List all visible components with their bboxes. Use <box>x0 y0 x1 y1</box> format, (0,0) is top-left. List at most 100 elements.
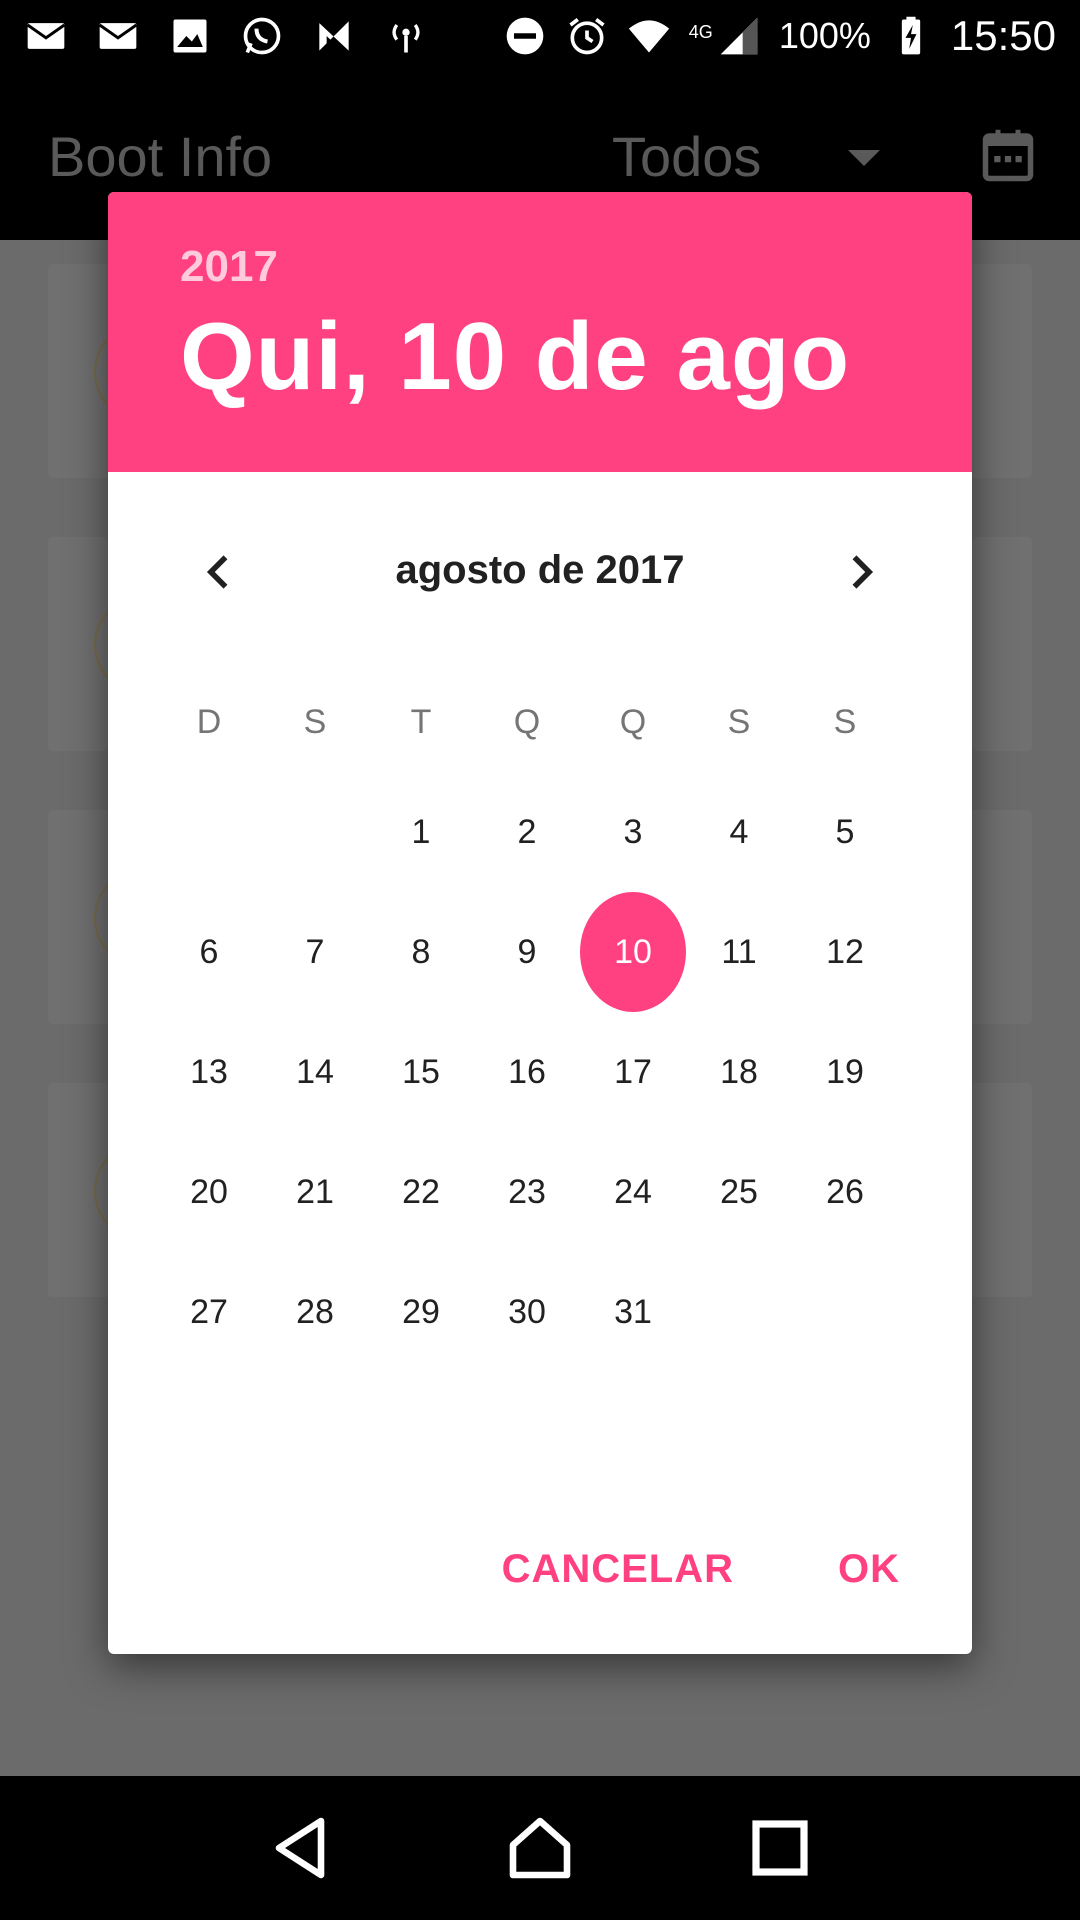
next-month-button[interactable] <box>820 532 900 612</box>
calendar-day[interactable]: 29 <box>368 1252 474 1372</box>
day-number: 28 <box>296 1292 334 1331</box>
calendar-day[interactable]: 11 <box>686 892 792 1012</box>
calendar-icon[interactable] <box>978 124 1038 188</box>
day-number: 16 <box>508 1052 546 1091</box>
weekday-header: Q <box>619 702 647 741</box>
weekday-header: T <box>410 702 432 741</box>
selected-day[interactable]: 10 <box>580 892 686 1012</box>
wireless-icon <box>384 14 428 58</box>
calendar-day[interactable]: 3 <box>580 772 686 892</box>
calendar-day[interactable]: 15 <box>368 1012 474 1132</box>
app-title: Boot Info <box>48 125 273 188</box>
chevron-right-icon <box>852 555 874 589</box>
whatsapp-icon <box>240 14 284 58</box>
ok-button[interactable]: OK <box>838 1547 900 1592</box>
do-not-disturb-icon <box>503 14 547 58</box>
battery-charging-icon <box>889 14 933 58</box>
alarm-icon <box>565 14 609 58</box>
weekday-header: D <box>196 702 222 741</box>
filter-dropdown[interactable]: Todos <box>612 124 761 189</box>
day-number: 12 <box>826 932 864 971</box>
empty-day-cell <box>686 1252 792 1372</box>
day-number: 6 <box>199 932 219 971</box>
calendar-day[interactable]: 25 <box>686 1132 792 1252</box>
navigation-bar <box>0 1776 1080 1920</box>
cancel-button[interactable]: CANCELAR <box>502 1547 734 1592</box>
calendar-day[interactable]: 14 <box>262 1012 368 1132</box>
empty-day-cell <box>156 772 262 892</box>
selected-year[interactable]: 2017 <box>180 242 972 292</box>
network-type: 4G <box>688 22 713 42</box>
calendar-day[interactable]: 16 <box>474 1012 580 1132</box>
calendar-day[interactable]: 17 <box>580 1012 686 1132</box>
calendar-day[interactable]: 21 <box>262 1132 368 1252</box>
day-number: 23 <box>508 1172 546 1211</box>
image-icon <box>168 14 212 58</box>
day-number: 5 <box>835 812 855 851</box>
weekday-header: S <box>727 702 751 741</box>
calendar-day[interactable]: 31 <box>580 1252 686 1372</box>
dialog-actions: CANCELAR OK <box>108 1484 972 1654</box>
calendar-day[interactable]: 5 <box>792 772 898 892</box>
home-icon <box>509 1817 571 1879</box>
system-status: 4G 100% 15:50 <box>503 12 1056 60</box>
calendar-day[interactable]: 2 <box>474 772 580 892</box>
week-row: 13 14 15 16 17 18 19 <box>156 1012 924 1132</box>
back-button[interactable] <box>264 1812 336 1884</box>
calendar-day[interactable]: 7 <box>262 892 368 1012</box>
recents-button[interactable] <box>744 1812 816 1884</box>
calendar-day[interactable]: 27 <box>156 1252 262 1372</box>
notification-icons <box>24 14 428 58</box>
status-bar: 4G 100% 15:50 <box>0 0 1080 72</box>
calendar-day[interactable]: 1 <box>368 772 474 892</box>
day-number: 24 <box>614 1172 652 1211</box>
day-number: 10 <box>580 892 686 1012</box>
back-icon <box>275 1817 325 1879</box>
calendar-day[interactable]: 20 <box>156 1132 262 1252</box>
signal-icon <box>717 14 761 58</box>
calendar-day[interactable]: 30 <box>474 1252 580 1372</box>
calendar-day[interactable]: 22 <box>368 1132 474 1252</box>
calendar-day[interactable]: 19 <box>792 1012 898 1132</box>
dialog-header: 2017 Qui, 10 de ago <box>108 192 972 472</box>
day-number: 27 <box>190 1292 228 1331</box>
weekday-header: S <box>833 702 857 741</box>
calendar-day[interactable]: 23 <box>474 1132 580 1252</box>
calendar-day[interactable]: 28 <box>262 1252 368 1372</box>
day-number: 31 <box>614 1292 652 1331</box>
day-number: 29 <box>402 1292 440 1331</box>
day-number: 4 <box>729 812 749 851</box>
n-icon <box>312 14 356 58</box>
empty-day-cell <box>792 1252 898 1372</box>
weekday-header-row: D S T Q Q S S <box>156 662 924 772</box>
day-number: 2 <box>517 812 537 851</box>
calendar-grid: D S T Q Q S S 1 2 3 4 5 6 7 8 9 10 11 12 13 14 15 16 17 1… <box>156 662 924 1372</box>
calendar-day[interactable]: 13 <box>156 1012 262 1132</box>
selected-date[interactable]: Qui, 10 de ago <box>180 302 972 412</box>
calendar-day[interactable]: 26 <box>792 1132 898 1252</box>
month-navigation: agosto de 2017 <box>108 472 972 682</box>
day-number: 17 <box>614 1052 652 1091</box>
day-number: 13 <box>190 1052 228 1091</box>
wifi-icon <box>627 14 671 58</box>
day-number: 1 <box>411 812 431 851</box>
home-button[interactable] <box>504 1812 576 1884</box>
calendar-day[interactable]: 24 <box>580 1132 686 1252</box>
calendar-day[interactable]: 8 <box>368 892 474 1012</box>
calendar-day[interactable]: 9 <box>474 892 580 1012</box>
day-number: 8 <box>411 932 431 971</box>
empty-day-cell <box>262 772 368 892</box>
clock: 15:50 <box>950 12 1056 59</box>
battery-percentage: 100% <box>778 15 871 56</box>
calendar-day[interactable]: 12 <box>792 892 898 1012</box>
calendar-day[interactable]: 4 <box>686 772 792 892</box>
date-picker-dialog: 2017 Qui, 10 de ago agosto de 2017 D S T… <box>108 192 972 1654</box>
day-number: 25 <box>720 1172 758 1211</box>
day-number: 3 <box>623 812 643 851</box>
calendar-day[interactable]: 18 <box>686 1012 792 1132</box>
week-row: 6 7 8 9 10 11 12 <box>156 892 924 1012</box>
day-number: 9 <box>517 932 537 971</box>
dropdown-arrow-icon[interactable] <box>848 150 880 166</box>
calendar-day[interactable]: 6 <box>156 892 262 1012</box>
calendar-weeks: 1 2 3 4 5 6 7 8 9 10 11 12 13 14 15 16 17 18 19 20 21 22 23 24 2… <box>156 772 924 1372</box>
